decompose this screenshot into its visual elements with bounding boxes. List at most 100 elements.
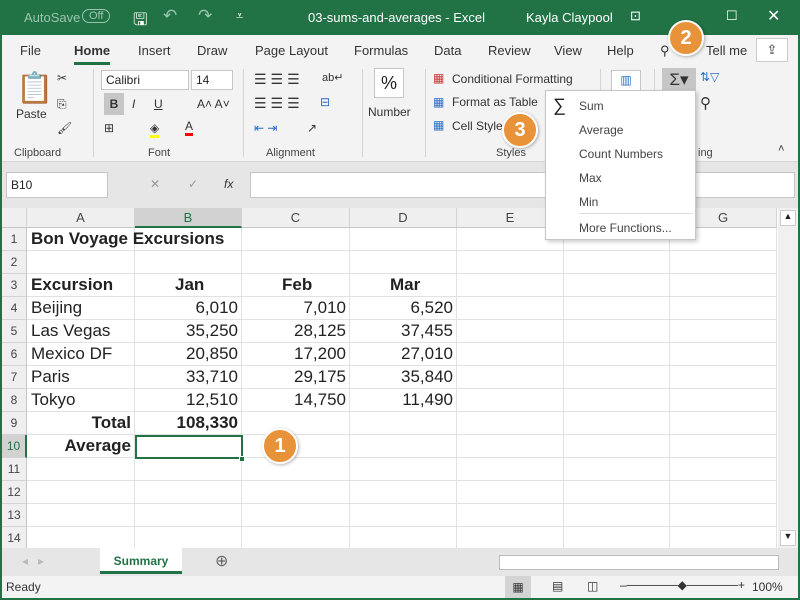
user-name[interactable]: Kayla Claypool (526, 10, 613, 25)
data-cell[interactable]: 11,490 (350, 389, 457, 412)
cell[interactable] (457, 274, 564, 297)
data-cell[interactable]: Tokyo (27, 389, 135, 412)
undo-icon[interactable]: ↶ (163, 6, 177, 26)
fill-handle[interactable] (239, 456, 245, 462)
row-header[interactable]: 3 (2, 274, 27, 297)
cell[interactable] (457, 297, 564, 320)
cell[interactable] (457, 458, 564, 481)
cut-icon[interactable]: ✂ (57, 71, 67, 85)
column-header[interactable]: B (135, 208, 242, 228)
cell[interactable] (350, 527, 457, 548)
total-label-cell[interactable]: Total (27, 412, 135, 435)
data-cell[interactable]: Las Vegas (27, 320, 135, 343)
merge-center-icon[interactable]: ⊟ (320, 95, 330, 109)
cell[interactable] (457, 366, 564, 389)
cell[interactable] (670, 412, 777, 435)
cell[interactable] (242, 412, 350, 435)
row-header[interactable]: 4 (2, 297, 27, 320)
cancel-icon[interactable]: ✕ (150, 177, 160, 191)
row-header[interactable]: 12 (2, 481, 27, 504)
cell[interactable] (350, 251, 457, 274)
cell[interactable] (670, 366, 777, 389)
cell[interactable] (242, 251, 350, 274)
cell[interactable] (350, 458, 457, 481)
collapse-ribbon-icon[interactable]: ˄ (778, 143, 784, 155)
percent-icon[interactable]: % (374, 68, 404, 98)
tab-insert[interactable]: Insert (138, 43, 171, 58)
data-cell[interactable]: 6,010 (135, 297, 242, 320)
autosave-toggle[interactable]: Off (82, 9, 111, 23)
data-cell[interactable]: Mexico DF (27, 343, 135, 366)
cell[interactable] (457, 251, 564, 274)
vertical-align-icons[interactable]: ☰☰☰ (254, 71, 304, 88)
data-cell[interactable]: 35,840 (350, 366, 457, 389)
row-header[interactable]: 13 (2, 504, 27, 527)
cell[interactable] (564, 320, 670, 343)
cell[interactable] (457, 435, 564, 458)
cell[interactable] (564, 366, 670, 389)
data-cell[interactable]: 33,710 (135, 366, 242, 389)
cell[interactable] (242, 527, 350, 548)
cell[interactable] (564, 435, 670, 458)
bold-button[interactable]: B (104, 93, 124, 115)
data-cell[interactable]: 12,510 (135, 389, 242, 412)
header-cell[interactable]: Mar (350, 274, 457, 297)
ribbon-display-icon[interactable]: ⊡ (630, 8, 641, 24)
save-icon[interactable]: 🖫 (133, 7, 147, 36)
menu-item-min[interactable]: Min (579, 195, 598, 209)
wrap-text-icon[interactable]: ab↵ (322, 71, 343, 84)
name-box[interactable]: B10 (6, 172, 108, 198)
total-jan-cell[interactable]: 108,330 (135, 412, 242, 435)
menu-item-more-functions[interactable]: More Functions... (579, 221, 672, 235)
maximize-icon[interactable]: ☐ (726, 8, 738, 24)
cell[interactable] (564, 527, 670, 548)
paste-button[interactable]: Paste (16, 107, 47, 121)
cell[interactable] (564, 412, 670, 435)
cell[interactable] (135, 527, 242, 548)
cell[interactable] (135, 481, 242, 504)
row-header[interactable]: 2 (2, 251, 27, 274)
menu-item-average[interactable]: Average (579, 123, 623, 137)
data-cell[interactable]: 7,010 (242, 297, 350, 320)
number-format-button[interactable]: Number (368, 105, 411, 119)
row-header[interactable]: 11 (2, 458, 27, 481)
normal-view-icon[interactable]: ▦ (505, 576, 531, 598)
data-cell[interactable]: 37,455 (350, 320, 457, 343)
conditional-formatting-icon[interactable]: ▦ (433, 71, 444, 85)
cell[interactable] (670, 527, 777, 548)
cell[interactable] (242, 458, 350, 481)
cell[interactable] (350, 435, 457, 458)
cell[interactable] (457, 504, 564, 527)
italic-button[interactable]: I (132, 97, 135, 111)
data-cell[interactable]: 28,125 (242, 320, 350, 343)
column-header[interactable]: C (242, 208, 350, 228)
tab-page-layout[interactable]: Page Layout (255, 43, 328, 58)
tab-home[interactable]: Home (74, 43, 111, 65)
sheet-nav-icons[interactable]: ◂ ▸ (22, 554, 44, 568)
cell[interactable] (564, 458, 670, 481)
font-size-select[interactable]: 14 (191, 70, 233, 90)
cell[interactable] (564, 297, 670, 320)
cell[interactable] (350, 504, 457, 527)
cell[interactable] (670, 274, 777, 297)
row-header[interactable]: 9 (2, 412, 27, 435)
zoom-slider[interactable]: ‒──────◆──────+ (620, 578, 745, 592)
cell[interactable] (135, 251, 242, 274)
cell[interactable] (457, 527, 564, 548)
close-icon[interactable]: ✕ (767, 6, 780, 26)
format-as-table-button[interactable]: Format as Table (452, 95, 538, 109)
tab-review[interactable]: Review (488, 43, 531, 58)
cell[interactable] (670, 251, 777, 274)
cell[interactable] (27, 527, 135, 548)
tab-file[interactable]: File (20, 43, 41, 58)
tab-data[interactable]: Data (434, 43, 461, 58)
tab-view[interactable]: View (554, 43, 582, 58)
cell[interactable] (135, 504, 242, 527)
data-cell[interactable]: 35,250 (135, 320, 242, 343)
paste-icon[interactable]: 📋 (16, 71, 53, 106)
menu-item-sum[interactable]: Sum (579, 99, 604, 113)
cell[interactable] (670, 504, 777, 527)
share-button[interactable]: ⇪ (756, 38, 788, 62)
cell[interactable] (350, 228, 457, 251)
tab-formulas[interactable]: Formulas (354, 43, 408, 58)
